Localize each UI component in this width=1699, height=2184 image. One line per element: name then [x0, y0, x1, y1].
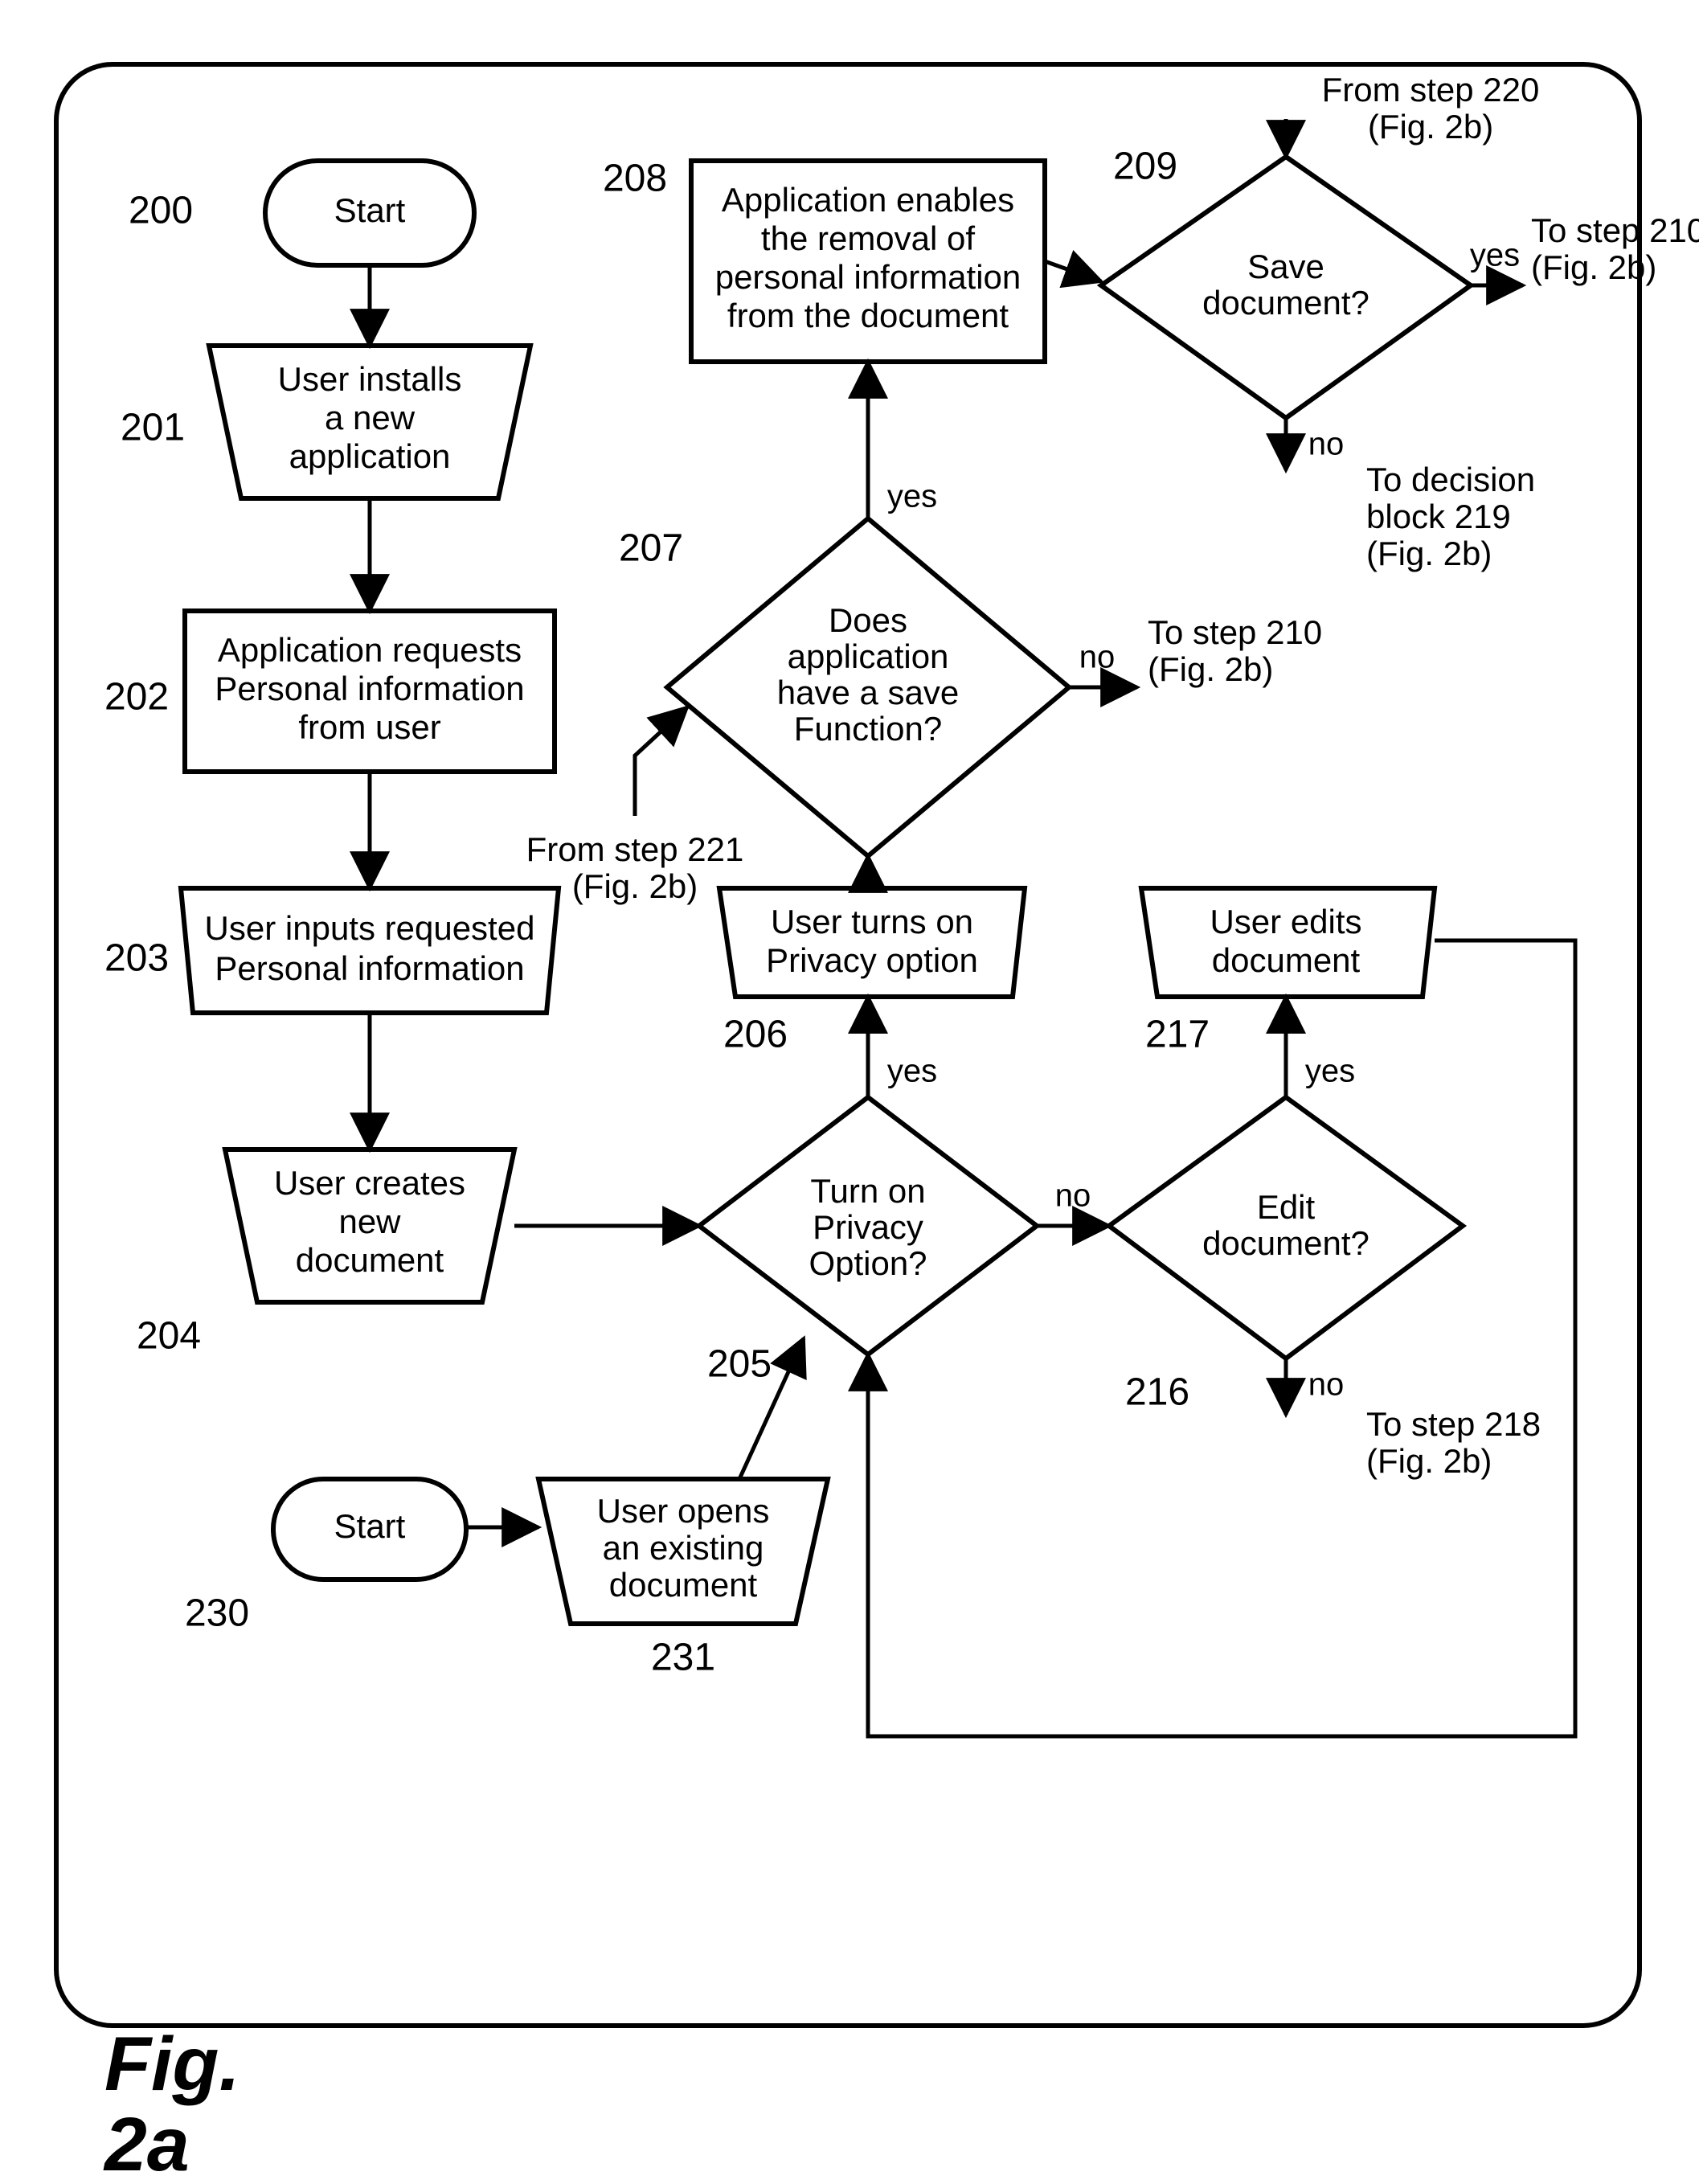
svg-text:document?: document?: [1202, 1224, 1369, 1262]
svg-text:Application enables: Application enables: [722, 181, 1014, 219]
svg-text:User inputs requested: User inputs requested: [205, 909, 535, 947]
svg-text:User creates: User creates: [274, 1164, 465, 1202]
node-202: Application requests Personal informatio…: [185, 611, 555, 772]
node-206: User turns on Privacy option: [719, 888, 1025, 997]
node-204: User creates new document: [225, 1149, 514, 1302]
label-205-yes: yes: [887, 1054, 937, 1089]
svg-text:Turn on: Turn on: [810, 1172, 925, 1210]
ref-217: 217: [1145, 1014, 1210, 1056]
offpage-to219-l1: To decision: [1366, 461, 1535, 498]
svg-text:application: application: [788, 637, 949, 675]
node-201: User installs a new application: [209, 346, 530, 498]
svg-text:application: application: [289, 437, 451, 475]
svg-text:Application requests: Application requests: [218, 631, 522, 669]
svg-text:User installs: User installs: [278, 360, 462, 398]
svg-text:document: document: [609, 1566, 758, 1604]
offpage-from221-l1: From step 221: [526, 830, 744, 868]
label-216-no: no: [1308, 1367, 1345, 1403]
ref-202: 202: [104, 676, 169, 719]
offpage-from220-l2: (Fig. 2b): [1368, 108, 1493, 145]
svg-text:Personal information: Personal information: [215, 670, 524, 707]
label-216-yes: yes: [1305, 1054, 1355, 1089]
offpage-209-to210-l1: To step 210: [1531, 211, 1699, 249]
offpage-209-to210-l2: (Fig. 2b): [1531, 248, 1656, 286]
svg-text:new: new: [338, 1203, 401, 1240]
svg-text:personal information: personal information: [715, 258, 1021, 296]
label-start-2: Start: [334, 1507, 406, 1545]
offpage-207-to210-l2: (Fig. 2b): [1148, 650, 1273, 688]
svg-text:a new: a new: [325, 399, 416, 436]
node-208: Application enables the removal of perso…: [691, 161, 1045, 362]
svg-text:have a save: have a save: [777, 674, 960, 711]
offpage-to218-l2: (Fig. 2b): [1366, 1442, 1492, 1480]
svg-text:document?: document?: [1202, 284, 1369, 322]
svg-text:from the document: from the document: [727, 297, 1009, 334]
node-231: User opens an existing document: [538, 1479, 828, 1624]
offpage-to219-l2: block 219: [1366, 498, 1511, 535]
svg-text:User edits: User edits: [1210, 903, 1361, 940]
offpage-to219-l3: (Fig. 2b): [1366, 535, 1492, 572]
ref-205: 205: [707, 1343, 772, 1386]
label-207-no: no: [1079, 640, 1116, 675]
svg-text:Does: Does: [829, 601, 907, 639]
node-203: User inputs requested Personal informati…: [181, 888, 559, 1013]
svg-text:Privacy option: Privacy option: [766, 941, 978, 979]
svg-text:document: document: [296, 1241, 444, 1279]
svg-text:Save: Save: [1247, 248, 1324, 285]
svg-text:User opens: User opens: [597, 1492, 770, 1530]
ref-209: 209: [1113, 145, 1177, 188]
ref-200: 200: [129, 190, 193, 232]
offpage-207-to210-l1: To step 210: [1148, 613, 1322, 651]
svg-text:Function?: Function?: [794, 710, 942, 748]
svg-text:the removal of: the removal of: [761, 219, 975, 257]
ref-206: 206: [723, 1014, 788, 1056]
node-start-1: Start: [265, 161, 474, 265]
node-217: User edits document: [1141, 888, 1435, 997]
node-start-2: Start: [273, 1479, 466, 1580]
svg-text:Privacy: Privacy: [813, 1208, 923, 1246]
ref-208: 208: [603, 158, 667, 200]
label-209-yes: yes: [1470, 238, 1520, 273]
ref-204: 204: [137, 1315, 201, 1358]
ref-230: 230: [185, 1592, 249, 1635]
ref-207: 207: [619, 527, 683, 570]
ref-201: 201: [121, 407, 185, 449]
label-205-no: no: [1055, 1178, 1091, 1214]
offpage-from221-l2: (Fig. 2b): [572, 867, 698, 905]
figure-label-bottom: 2a: [103, 2102, 190, 2184]
label-start-1: Start: [334, 191, 406, 229]
offpage-to218-l1: To step 218: [1366, 1405, 1541, 1443]
figure-label-top: Fig.: [104, 2022, 240, 2107]
svg-text:Edit: Edit: [1257, 1188, 1316, 1226]
svg-text:document: document: [1212, 941, 1361, 979]
label-207-yes: yes: [887, 479, 937, 514]
svg-text:Option?: Option?: [809, 1244, 927, 1282]
offpage-from220-l1: From step 220: [1322, 71, 1540, 109]
ref-203: 203: [104, 937, 169, 980]
ref-231: 231: [651, 1637, 715, 1679]
svg-text:from user: from user: [298, 708, 440, 746]
ref-216: 216: [1125, 1371, 1189, 1414]
label-209-no: no: [1308, 427, 1345, 462]
svg-text:Personal information: Personal information: [215, 949, 524, 987]
svg-text:User turns on: User turns on: [771, 903, 973, 940]
svg-text:an existing: an existing: [603, 1529, 764, 1567]
